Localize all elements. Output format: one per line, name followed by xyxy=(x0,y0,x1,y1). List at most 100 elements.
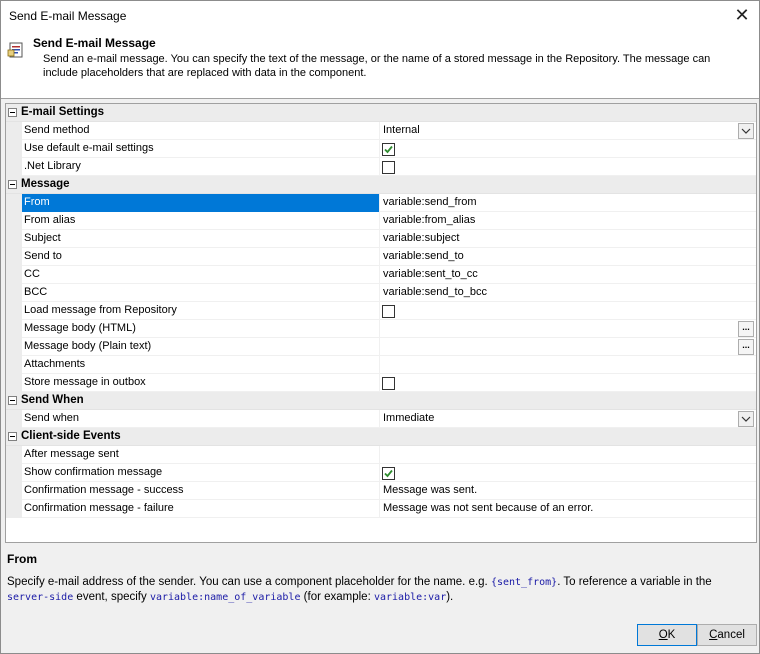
body-plain-value[interactable] xyxy=(381,338,756,356)
help-text-part: ). xyxy=(446,591,454,603)
category-label: E-mail Settings xyxy=(21,106,105,118)
property-name[interactable]: Send when xyxy=(22,410,380,428)
property-attachments[interactable]: Attachments xyxy=(6,356,756,374)
dialog-window: Send E-mail Message ✕ Send E-mail Messag… xyxy=(0,0,760,654)
property-subject[interactable]: Subject variable:subject xyxy=(6,230,756,248)
help-text-part: event, specify xyxy=(73,591,150,603)
property-name[interactable]: Load message from Repository xyxy=(22,302,380,320)
property-from-alias[interactable]: From alias variable:from_alias xyxy=(6,212,756,230)
property-name[interactable]: Confirmation message - success xyxy=(22,482,380,500)
property-name[interactable]: .Net Library xyxy=(22,158,380,176)
category-send-when[interactable]: Send When xyxy=(6,392,756,410)
row-gutter xyxy=(6,320,22,338)
property-show-confirmation[interactable]: Show confirmation message xyxy=(6,464,756,482)
row-gutter xyxy=(6,158,22,176)
title-bar: Send E-mail Message ✕ xyxy=(1,1,759,31)
property-name[interactable]: CC xyxy=(22,266,380,284)
property-name[interactable]: Subject xyxy=(22,230,380,248)
property-send-when[interactable]: Send when Immediate xyxy=(6,410,756,428)
from-alias-value[interactable]: variable:from_alias xyxy=(381,212,756,230)
ellipsis-button[interactable]: ... xyxy=(738,339,754,355)
send-method-select[interactable]: Internal xyxy=(381,122,756,140)
collapse-icon[interactable] xyxy=(8,108,17,117)
property-name[interactable]: From xyxy=(22,194,380,212)
property-name[interactable]: Send to xyxy=(22,248,380,266)
show-confirmation-checkbox[interactable] xyxy=(382,467,395,480)
checkmark-icon xyxy=(384,145,393,154)
chevron-down-icon[interactable] xyxy=(738,123,754,139)
property-cc[interactable]: CC variable:sent_to_cc xyxy=(6,266,756,284)
cc-value[interactable]: variable:sent_to_cc xyxy=(381,266,756,284)
row-gutter xyxy=(6,482,22,500)
property-store-in-outbox[interactable]: Store message in outbox xyxy=(6,374,756,392)
help-code: server-side xyxy=(7,592,74,603)
property-load-from-repository[interactable]: Load message from Repository xyxy=(6,302,756,320)
property-send-method[interactable]: Send method Internal xyxy=(6,122,756,140)
property-name[interactable]: Store message in outbox xyxy=(22,374,380,392)
row-gutter xyxy=(6,464,22,482)
from-value[interactable]: variable:send_from xyxy=(381,194,756,212)
attachments-value[interactable] xyxy=(381,356,756,374)
ellipsis-button[interactable]: ... xyxy=(738,321,754,337)
category-label: Message xyxy=(21,178,70,190)
property-name[interactable]: Show confirmation message xyxy=(22,464,380,482)
property-name[interactable]: Confirmation message - failure xyxy=(22,500,380,518)
row-gutter xyxy=(6,248,22,266)
ok-label: K xyxy=(667,629,676,641)
property-after-message-sent[interactable]: After message sent xyxy=(6,446,756,464)
load-from-repository-checkbox[interactable] xyxy=(382,305,395,318)
property-name[interactable]: Message body (HTML) xyxy=(22,320,380,338)
property-name[interactable]: From alias xyxy=(22,212,380,230)
property-send-to[interactable]: Send to variable:send_to xyxy=(6,248,756,266)
property-name[interactable]: Send method xyxy=(22,122,380,140)
window-title: Send E-mail Message xyxy=(9,9,127,23)
confirmation-failure-value[interactable]: Message was not sent because of an error… xyxy=(381,500,756,518)
category-message[interactable]: Message xyxy=(6,176,756,194)
row-gutter xyxy=(6,302,22,320)
subject-value[interactable]: variable:subject xyxy=(381,230,756,248)
header-description: Send an e-mail message. You can specify … xyxy=(43,53,711,79)
body-html-value[interactable] xyxy=(381,320,756,338)
property-body-html[interactable]: Message body (HTML) ... xyxy=(6,320,756,338)
property-name[interactable]: Attachments xyxy=(22,356,380,374)
send-to-value[interactable]: variable:send_to xyxy=(381,248,756,266)
row-gutter xyxy=(6,194,22,212)
property-confirmation-failure[interactable]: Confirmation message - failure Message w… xyxy=(6,500,756,518)
collapse-icon[interactable] xyxy=(8,180,17,189)
property-name[interactable]: BCC xyxy=(22,284,380,302)
property-net-library[interactable]: .Net Library xyxy=(6,158,756,176)
collapse-icon[interactable] xyxy=(8,396,17,405)
cancel-button[interactable]: Cancel xyxy=(697,624,757,646)
category-label: Send When xyxy=(21,394,84,406)
property-from[interactable]: From variable:send_from xyxy=(6,194,756,212)
confirmation-success-value[interactable]: Message was sent. xyxy=(381,482,756,500)
category-client-side-events[interactable]: Client-side Events xyxy=(6,428,756,446)
after-message-sent-value[interactable] xyxy=(381,446,756,464)
use-default-checkbox[interactable] xyxy=(382,143,395,156)
property-name[interactable]: Use default e-mail settings xyxy=(22,140,380,158)
ok-hotkey: O xyxy=(658,629,668,641)
row-gutter xyxy=(6,140,22,158)
help-text-part: . To reference a variable in the xyxy=(557,576,712,588)
property-body-plain[interactable]: Message body (Plain text) ... xyxy=(6,338,756,356)
bcc-value[interactable]: variable:send_to_bcc xyxy=(381,284,756,302)
property-grid[interactable]: E-mail Settings Send method Internal Use… xyxy=(5,103,757,543)
chevron-down-icon[interactable] xyxy=(738,411,754,427)
collapse-icon[interactable] xyxy=(8,432,17,441)
cancel-label: ancel xyxy=(717,629,745,641)
row-gutter xyxy=(6,230,22,248)
property-bcc[interactable]: BCC variable:send_to_bcc xyxy=(6,284,756,302)
property-name[interactable]: Message body (Plain text) xyxy=(22,338,380,356)
property-name[interactable]: After message sent xyxy=(22,446,380,464)
send-when-select[interactable]: Immediate xyxy=(381,410,756,428)
property-use-default-settings[interactable]: Use default e-mail settings xyxy=(6,140,756,158)
store-in-outbox-checkbox[interactable] xyxy=(382,377,395,390)
category-email-settings[interactable]: E-mail Settings xyxy=(6,104,756,122)
row-gutter xyxy=(6,284,22,302)
property-confirmation-success[interactable]: Confirmation message - success Message w… xyxy=(6,482,756,500)
ok-button[interactable]: OK xyxy=(637,624,697,646)
net-library-checkbox[interactable] xyxy=(382,161,395,174)
dialog-header: Send E-mail Message Send an e-mail messa… xyxy=(1,31,759,99)
close-icon[interactable]: ✕ xyxy=(731,4,753,26)
help-text-part: (for example: xyxy=(300,591,374,603)
